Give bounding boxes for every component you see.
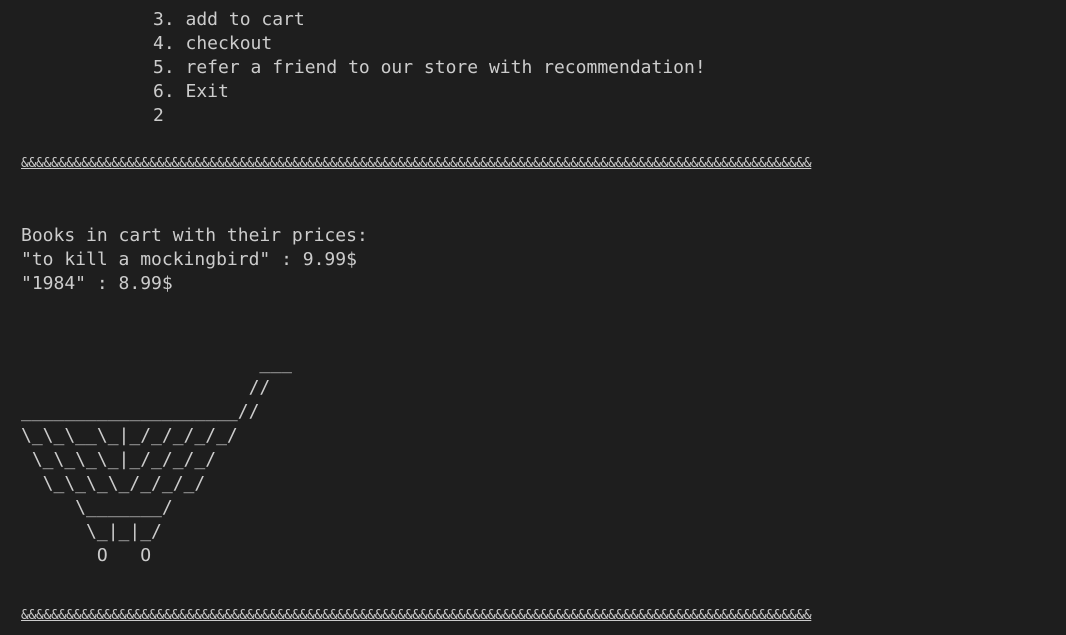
terminal-output[interactable]: 3. add to cart 4. checkout 5. refer a fr…: [0, 0, 1066, 635]
menu-option-checkout: 4. checkout: [153, 33, 273, 54]
separator-top: &&&&&&&&&&&&&&&&&&&&&&&&&&&&&&&&&&&&&&&&…: [21, 156, 812, 171]
separator-bottom: &&&&&&&&&&&&&&&&&&&&&&&&&&&&&&&&&&&&&&&&…: [21, 608, 812, 623]
menu-option-exit: 6. Exit: [153, 81, 229, 102]
user-input-echo: 2: [153, 105, 164, 126]
shopping-cart-ascii-art: ___ // ____________________// \_\_\__\_|…: [21, 353, 292, 566]
cart-heading: Books in cart with their prices:: [21, 225, 368, 246]
menu-option-add-to-cart: 3. add to cart: [153, 9, 305, 30]
cart-item-1984: "1984" : 8.99$: [21, 273, 173, 294]
cart-item-mockingbird: "to kill a mockingbird" : 9.99$: [21, 249, 357, 270]
menu-option-refer-friend: 5. refer a friend to our store with reco…: [153, 57, 706, 78]
